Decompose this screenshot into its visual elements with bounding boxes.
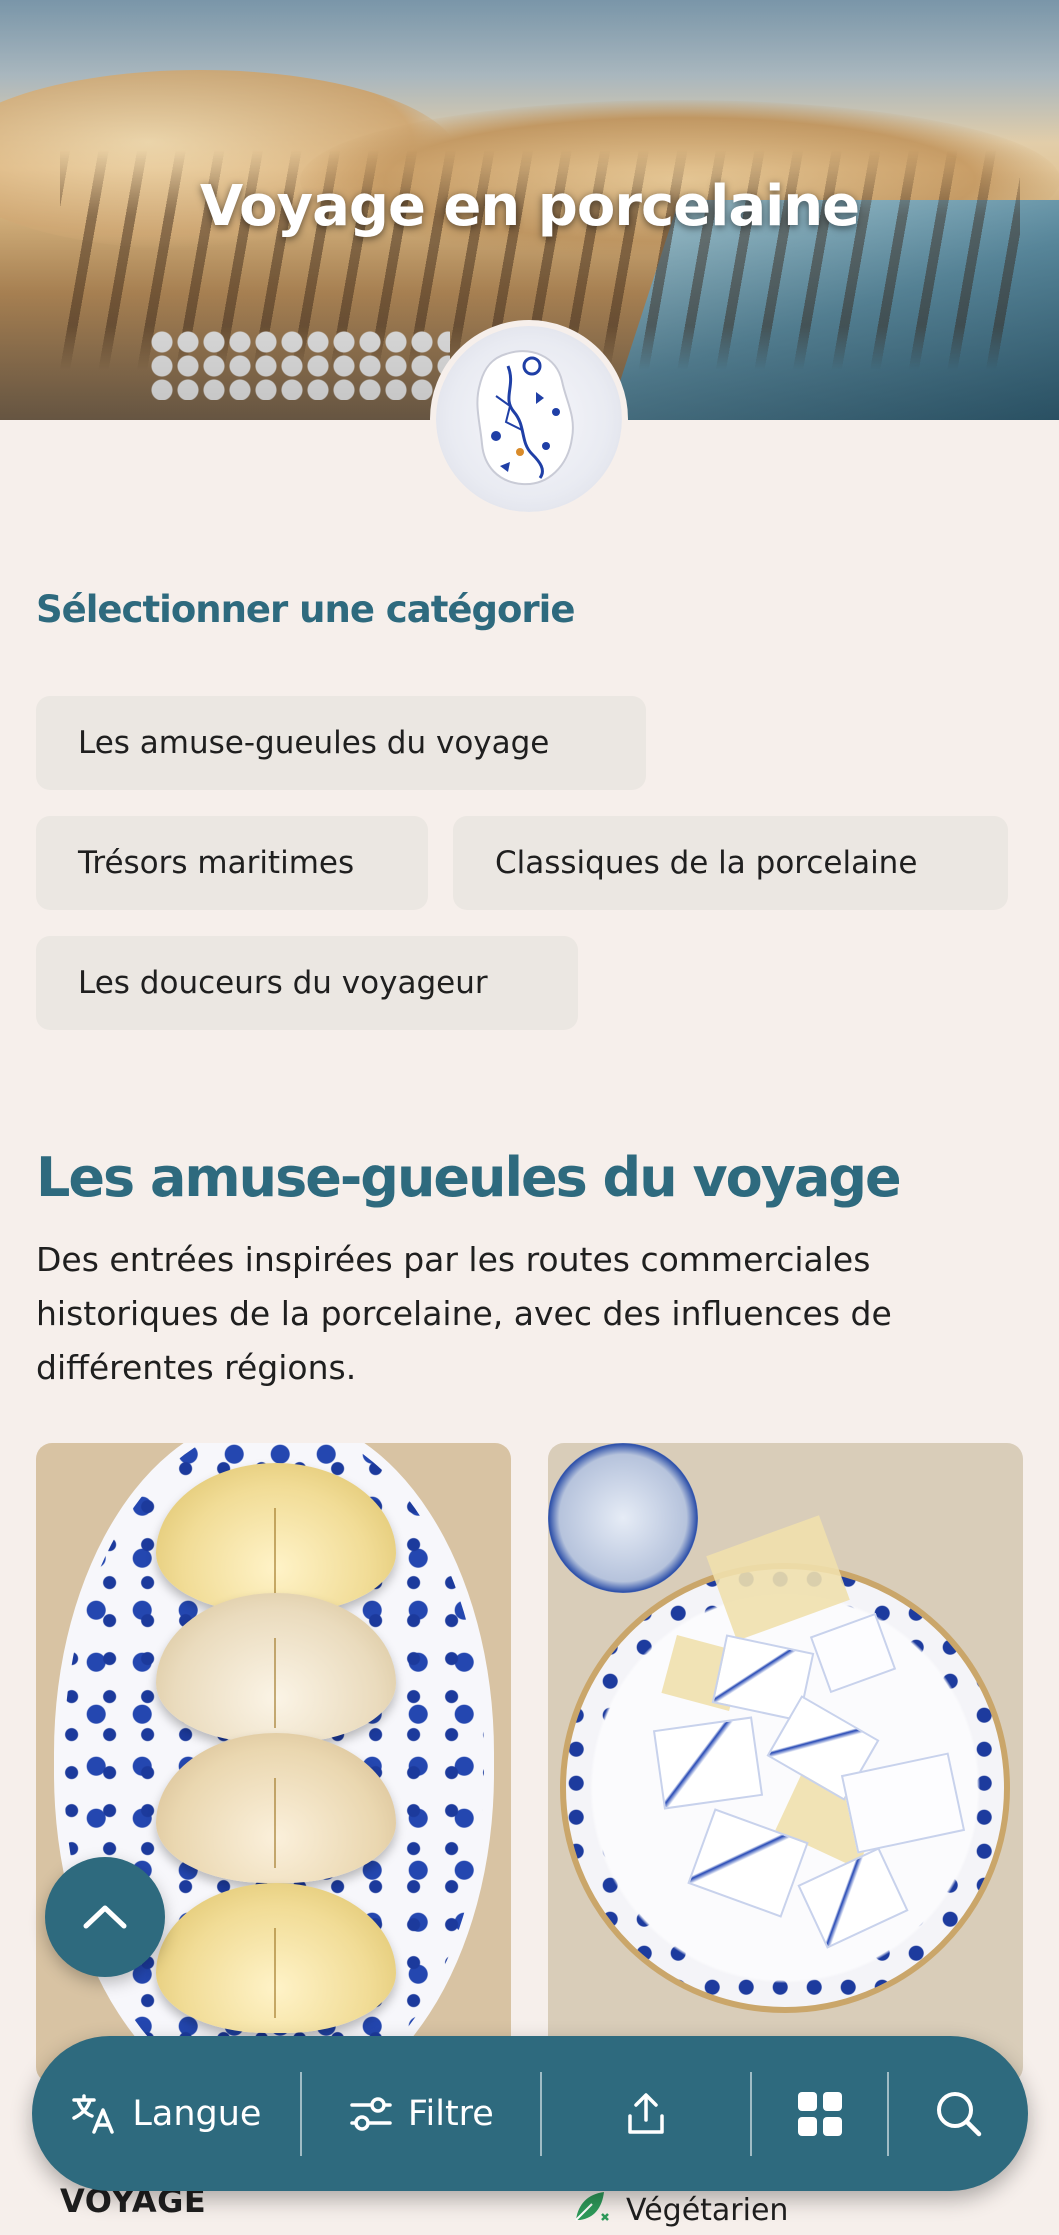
section-description: Des entrées inspirées par les routes com… [36, 1240, 892, 1387]
dish-card-tag: Végétarien [572, 2188, 788, 2232]
dish-tag-label: Végétarien [626, 2192, 789, 2228]
language-button[interactable]: Langue [32, 2036, 300, 2191]
category-chip-classiques-porcelaine[interactable]: Classiques de la porcelaine [453, 816, 1008, 910]
porcelain-map-icon [476, 350, 574, 486]
logo-porcelain-map [436, 326, 622, 512]
share-button[interactable] [542, 2036, 750, 2191]
search-button[interactable] [889, 2036, 1028, 2191]
category-chip-label: Les amuse-gueules du voyage [78, 725, 550, 761]
scroll-to-top-button[interactable] [45, 1857, 165, 1977]
section-title: Les amuse-gueules du voyage [36, 1146, 902, 1209]
porcelain-shard [652, 1716, 764, 1810]
translate-icon [72, 2093, 115, 2134]
search-icon [936, 2091, 981, 2136]
chevron-up-icon [83, 1905, 127, 1929]
category-chip-label: Trésors maritimes [78, 845, 355, 881]
bottom-toolbar: Langue Filtre [32, 2036, 1028, 2191]
share-icon [628, 2092, 664, 2134]
porcelain-cup [548, 1443, 698, 1593]
restaurant-logo [430, 320, 628, 518]
dish-card-image[interactable] [548, 1443, 1023, 2083]
language-label: Langue [132, 2093, 262, 2134]
page-title: Voyage en porcelaine [199, 174, 860, 239]
grid-view-button[interactable] [752, 2036, 887, 2191]
category-chip-label: Classiques de la porcelaine [495, 845, 918, 881]
leaf-icon [572, 2188, 612, 2232]
filter-label: Filtre [407, 2093, 494, 2134]
category-chip-douceurs-voyageur[interactable]: Les douceurs du voyageur [36, 936, 578, 1030]
filter-button[interactable]: Filtre [302, 2036, 540, 2191]
category-chip-label: Les douceurs du voyageur [78, 965, 488, 1001]
filter-sliders-icon [350, 2096, 392, 2131]
grid-icon [797, 2091, 842, 2136]
category-chip-amuse-gueules[interactable]: Les amuse-gueules du voyage [36, 696, 646, 790]
category-chip-tresors-maritimes[interactable]: Trésors maritimes [36, 816, 428, 910]
dish-card-image[interactable] [36, 1443, 511, 2083]
category-heading: Sélectionner une catégorie [36, 588, 575, 631]
